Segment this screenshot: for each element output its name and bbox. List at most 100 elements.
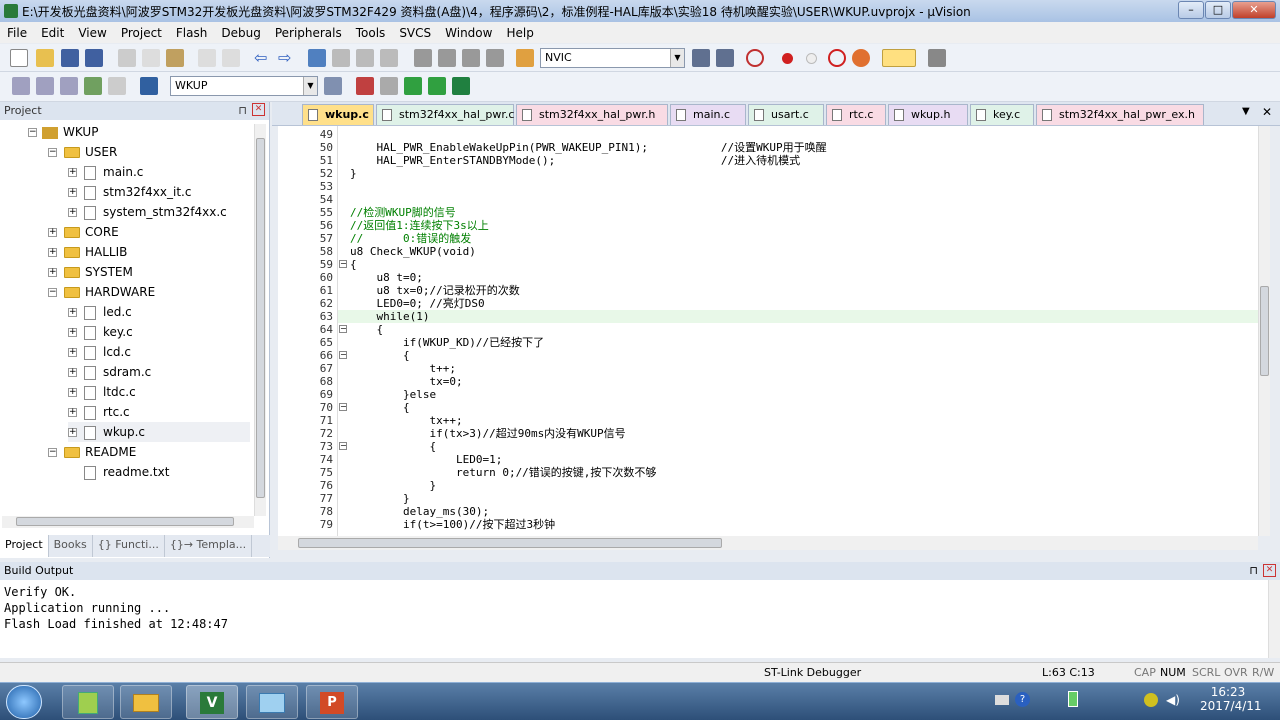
fold-toggle-icon[interactable]: − xyxy=(339,325,347,333)
collapse-icon[interactable]: − xyxy=(48,448,57,457)
expand-icon[interactable]: + xyxy=(68,368,77,377)
pack-installer-icon[interactable] xyxy=(428,77,446,95)
expand-icon[interactable]: + xyxy=(68,308,77,317)
code-line[interactable]: HAL_PWR_EnterSTANDBYMode(); //进入待机模式 xyxy=(350,154,800,167)
tab-hal-pwr-h[interactable]: stm32f4xx_hal_pwr.h xyxy=(516,104,668,125)
tab-hal-pwr-ex-h[interactable]: stm32f4xx_hal_pwr_ex.h xyxy=(1036,104,1204,125)
menu-flash[interactable]: Flash xyxy=(169,26,214,40)
find-combo[interactable]: NVIC ▼ xyxy=(540,48,685,68)
build-vscrollbar[interactable] xyxy=(1268,580,1280,658)
save-icon[interactable] xyxy=(61,49,79,67)
code-line[interactable]: }else xyxy=(350,388,436,401)
nav-back-icon[interactable]: ⇦ xyxy=(254,49,272,67)
manage-project-items-icon[interactable] xyxy=(380,77,398,95)
battery-icon[interactable] xyxy=(1068,691,1078,707)
menu-project[interactable]: Project xyxy=(114,26,169,40)
download-icon[interactable] xyxy=(140,77,158,95)
close-panel-icon[interactable]: ✕ xyxy=(1263,564,1276,577)
code-line[interactable]: HAL_PWR_EnableWakeUpPin(PWR_WAKEUP_PIN1)… xyxy=(350,141,826,154)
taskbar-app-powerpoint[interactable]: P xyxy=(306,685,358,719)
undo-icon[interactable] xyxy=(198,49,216,67)
tree-file-lcd[interactable]: + lcd.c xyxy=(68,342,131,362)
tree-file-wkup[interactable]: + wkup.c xyxy=(68,422,250,442)
menu-window[interactable]: Window xyxy=(438,26,499,40)
prev-bookmark-icon[interactable] xyxy=(332,49,350,67)
expand-icon[interactable]: + xyxy=(68,208,77,217)
fold-toggle-icon[interactable]: − xyxy=(339,260,347,268)
code-line[interactable]: LED0=0; //亮灯DS0 xyxy=(350,297,484,310)
tab-templates[interactable]: {}→ Templa... xyxy=(165,535,253,557)
new-file-icon[interactable] xyxy=(10,49,28,67)
code-line[interactable]: { xyxy=(350,323,383,336)
tray-plus-icon[interactable] xyxy=(1144,693,1158,707)
scroll-thumb[interactable] xyxy=(1260,286,1269,376)
help-icon[interactable]: ? xyxy=(1015,692,1030,707)
tree-file-led[interactable]: + led.c xyxy=(68,302,132,322)
tab-usart-c[interactable]: usart.c xyxy=(748,104,824,125)
pin-icon[interactable]: ⊓ xyxy=(1249,564,1258,577)
cut-icon[interactable] xyxy=(118,49,136,67)
code-line[interactable]: { xyxy=(350,349,410,362)
code-line[interactable]: // 0:错误的触发 xyxy=(350,232,471,245)
expand-icon[interactable]: + xyxy=(48,248,57,257)
code-line[interactable]: //检测WKUP脚的信号 xyxy=(350,206,456,219)
close-button[interactable]: ✕ xyxy=(1232,1,1276,19)
expand-icon[interactable]: + xyxy=(68,328,77,337)
tab-wkup-c[interactable]: wkup.c xyxy=(302,104,374,125)
code-line[interactable]: { xyxy=(350,401,410,414)
code-line[interactable]: u8 Check_WKUP(void) xyxy=(350,245,476,258)
tab-main-c[interactable]: main.c xyxy=(670,104,746,125)
taskbar-app-notepad[interactable] xyxy=(62,685,114,719)
collapse-icon[interactable]: − xyxy=(28,128,37,137)
comment-icon[interactable] xyxy=(462,49,480,67)
close-tab-icon[interactable]: ✕ xyxy=(1262,105,1272,119)
close-panel-icon[interactable]: ✕ xyxy=(252,103,265,116)
code-line[interactable]: if(t>=100)//按下超过3秒钟 xyxy=(350,518,555,531)
tab-wkup-h[interactable]: wkup.h xyxy=(888,104,968,125)
open-folder-icon[interactable] xyxy=(36,49,54,67)
chevron-down-icon[interactable]: ▼ xyxy=(303,77,317,95)
uncomment-icon[interactable] xyxy=(486,49,504,67)
fold-toggle-icon[interactable]: − xyxy=(339,351,347,359)
code-line[interactable]: u8 tx=0;//记录松开的次数 xyxy=(350,284,519,297)
target-combo[interactable]: WKUP ▼ xyxy=(170,76,318,96)
debug-start-icon[interactable] xyxy=(746,49,764,67)
configure-icon[interactable] xyxy=(928,49,946,67)
chevron-down-icon[interactable]: ▼ xyxy=(670,49,684,67)
code-line[interactable]: tx=0; xyxy=(350,375,462,388)
taskbar-app-window[interactable] xyxy=(246,685,298,719)
tree-file-readme[interactable]: readme.txt xyxy=(84,462,169,482)
clear-bookmarks-icon[interactable] xyxy=(380,49,398,67)
disable-all-breakpoints-icon[interactable] xyxy=(852,49,870,67)
copy-icon[interactable] xyxy=(142,49,160,67)
build-output[interactable]: Verify OK. Application running ... Flash… xyxy=(0,580,1268,658)
maximize-button[interactable]: □ xyxy=(1205,1,1231,19)
code-editor[interactable]: 49 50 51 52 53 54 55 56 57 58 59 60 61 62 63 64 65 66 67 68… xyxy=(278,126,1258,536)
code-line[interactable]: } xyxy=(350,492,410,505)
keyboard-icon[interactable] xyxy=(995,695,1009,705)
code-line[interactable]: } xyxy=(350,479,436,492)
unindent-icon[interactable] xyxy=(438,49,456,67)
tree-file-it[interactable]: + stm32f4xx_it.c xyxy=(68,182,191,202)
tab-rtc-c[interactable]: rtc.c xyxy=(826,104,886,125)
menu-help[interactable]: Help xyxy=(499,26,540,40)
tree-group-system[interactable]: + SYSTEM xyxy=(48,262,133,282)
menu-edit[interactable]: Edit xyxy=(34,26,71,40)
menu-file[interactable]: File xyxy=(0,26,34,40)
select-packs-icon[interactable] xyxy=(404,77,422,95)
expand-icon[interactable]: + xyxy=(68,388,77,397)
code-line[interactable]: { xyxy=(350,258,357,271)
target-options-icon[interactable] xyxy=(324,77,342,95)
menu-view[interactable]: View xyxy=(71,26,113,40)
scroll-thumb[interactable] xyxy=(16,517,234,526)
editor-hscrollbar[interactable] xyxy=(278,536,1258,550)
tree-group-core[interactable]: + CORE xyxy=(48,222,119,242)
tab-books[interactable]: Books xyxy=(49,535,93,557)
menu-peripherals[interactable]: Peripherals xyxy=(268,26,349,40)
tree-root[interactable]: − WKUP xyxy=(28,122,98,142)
tab-project[interactable]: Project xyxy=(0,535,49,557)
run-time-env-icon[interactable] xyxy=(452,77,470,95)
start-button[interactable] xyxy=(6,685,42,719)
collapse-icon[interactable]: − xyxy=(48,288,57,297)
collapse-icon[interactable]: − xyxy=(48,148,57,157)
